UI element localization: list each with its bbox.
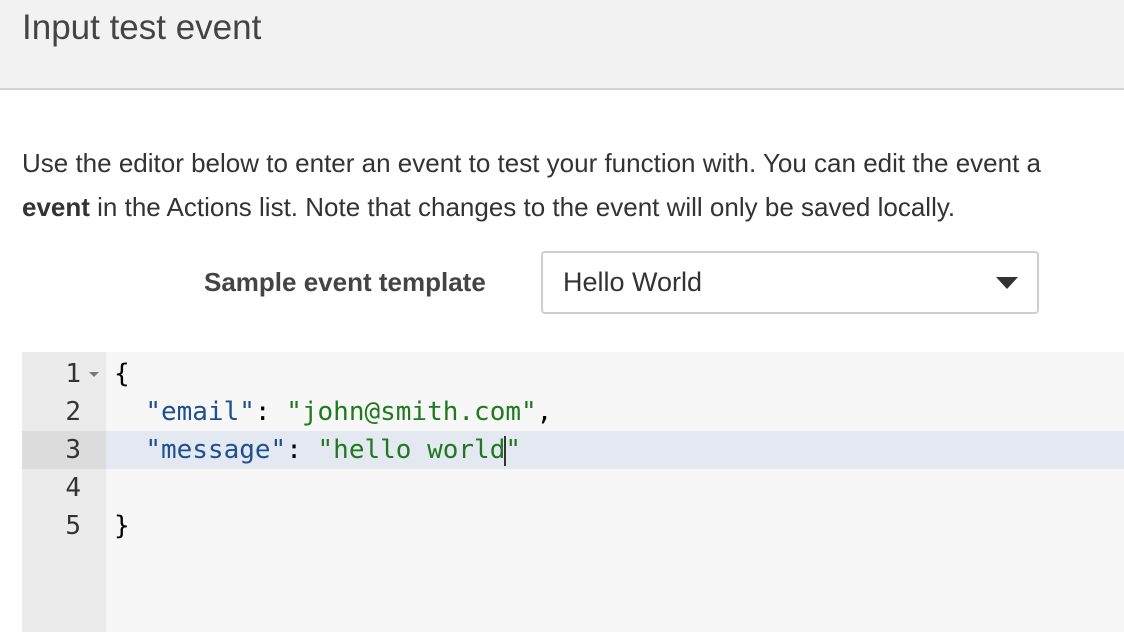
code-text: { [114,355,130,393]
instructions-line-1: Use the editor below to enter an event t… [22,148,1041,178]
template-select-value: Hello World [563,267,703,297]
instructions-line-2-rest: in the Actions list. Note that changes t… [89,192,956,222]
line-number: 5 [65,511,81,541]
editor-line[interactable]: 2 "email": "john@smith.com", [22,393,1124,431]
json-close-brace: } [114,511,130,541]
code-text: "email": "john@smith.com", [114,393,552,431]
code-text: "message": "hello world" [114,431,521,469]
json-key: "message" [145,435,287,465]
event-json-editor[interactable]: 1 { 2 "email": "john@smith.com", 3 "mess… [22,352,1124,632]
instructions-text: Use the editor below to enter an event t… [22,141,1124,229]
fold-toggle-icon[interactable] [89,372,99,377]
code-text: } [114,507,130,545]
json-key: "email" [145,397,255,427]
line-number: 2 [65,397,81,427]
line-number: 3 [22,431,106,469]
json-colon: : [254,397,287,427]
sample-event-template-select[interactable]: Hello World [541,251,1039,314]
instructions-line-2: event in the Actions list. Note that cha… [22,185,1124,229]
sample-event-template-label: Sample event template [204,267,486,297]
editor-line[interactable]: 4 [22,469,1124,507]
editor-line[interactable]: 1 { [22,355,1124,393]
json-string-close-quote: " [505,435,522,465]
json-string-value: "john@smith.com" [286,397,537,427]
caret-down-icon [996,277,1018,289]
panel-header: Input test event [0,0,1124,90]
panel-title: Input test event [22,8,262,47]
json-open-brace: { [114,359,130,389]
editor-line[interactable]: 5 } [22,507,1124,545]
line-number: 4 [65,473,81,503]
instructions-bold-term: event [22,192,90,222]
json-comma: , [536,397,553,427]
json-string-value: "hello world [317,435,506,465]
json-colon: : [286,435,318,465]
editor-line-active[interactable]: 3 "message": "hello world" [22,431,1124,469]
